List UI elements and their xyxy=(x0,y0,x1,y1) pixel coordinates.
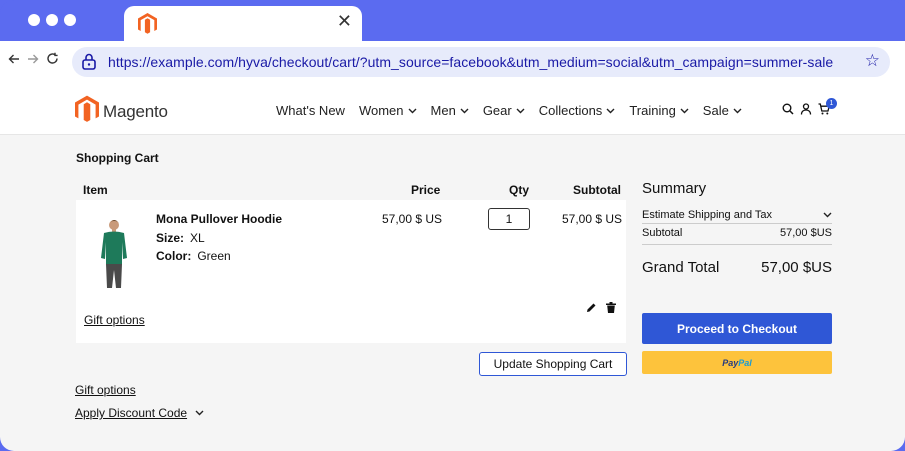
main-nav: What's New Women Men Gear Collections Tr… xyxy=(276,103,756,118)
subtotal-label: Subtotal xyxy=(642,227,683,239)
product-option-size: Size: XL xyxy=(156,231,205,245)
estimate-shipping-label: Estimate Shipping and Tax xyxy=(642,208,773,221)
browser-tab[interactable]: ✕ xyxy=(124,6,362,42)
forward-arrow-icon[interactable] xyxy=(27,52,39,70)
grand-total-label: Grand Total xyxy=(642,259,720,276)
quantity-input[interactable]: 1 xyxy=(488,208,530,230)
apply-discount-label: Apply Discount Code xyxy=(75,406,188,420)
summary-title: Summary xyxy=(642,180,707,197)
column-header-qty: Qty xyxy=(509,183,530,197)
nav-item-men[interactable]: Men xyxy=(431,103,469,118)
nav-label: Collections xyxy=(538,103,603,118)
chevron-down-icon xyxy=(460,106,469,116)
cart-item-row: Mona Pullover Hoodie Size: XL Color: Green… xyxy=(76,200,626,343)
column-header-price: Price xyxy=(411,183,441,197)
chevron-down-icon xyxy=(408,106,417,116)
browser-window: ✕ https://example.com/hyva/checkout/cart… xyxy=(0,0,905,451)
address-bar[interactable]: https://example.com/hyva/checkout/cart/?… xyxy=(72,47,890,77)
item-price: 57,00 $ US xyxy=(382,212,443,226)
product-option-color: Color: Green xyxy=(156,249,231,263)
back-arrow-icon[interactable] xyxy=(8,52,20,70)
option-value: Green xyxy=(197,249,231,263)
item-subtotal: 57,00 $ US xyxy=(562,212,623,226)
bookmark-star-icon[interactable]: ☆ xyxy=(865,51,880,71)
chevron-down-icon xyxy=(680,106,689,116)
paypal-pal-text: Pal xyxy=(738,357,752,368)
gift-options-link[interactable]: Gift options xyxy=(75,383,136,397)
paypal-button[interactable]: PayPal xyxy=(642,351,832,374)
trash-icon[interactable] xyxy=(606,300,616,318)
window-controls xyxy=(28,14,76,26)
window-dot[interactable] xyxy=(46,14,58,26)
search-icon[interactable] xyxy=(782,102,794,120)
nav-label: Sale xyxy=(702,103,729,118)
update-cart-button[interactable]: Update Shopping Cart xyxy=(479,352,627,376)
chevron-down-icon xyxy=(606,106,615,116)
magento-logo-icon xyxy=(138,13,157,40)
paypal-pay-text: Pay xyxy=(722,357,739,368)
product-image[interactable] xyxy=(94,218,134,290)
estimate-shipping-toggle[interactable]: Estimate Shipping and Tax xyxy=(642,206,832,224)
page-title: Shopping Cart xyxy=(76,151,159,165)
chevron-down-icon xyxy=(733,106,742,116)
reload-icon[interactable] xyxy=(46,52,59,70)
window-dot[interactable] xyxy=(64,14,76,26)
gift-options-link[interactable]: Gift options xyxy=(84,313,145,327)
account-icon[interactable] xyxy=(800,102,812,120)
lock-icon xyxy=(82,53,96,75)
browser-toolbar: https://example.com/hyva/checkout/cart/?… xyxy=(0,41,905,83)
chevron-down-icon xyxy=(823,209,832,221)
header-icons xyxy=(782,102,831,120)
nav-label: Men xyxy=(430,103,456,118)
brand-name: Magento xyxy=(103,102,168,121)
column-header-item: Item xyxy=(83,183,108,197)
column-header-subtotal: Subtotal xyxy=(573,183,621,197)
pencil-icon[interactable] xyxy=(586,300,597,318)
option-label: Size: xyxy=(156,231,185,245)
nav-item-training[interactable]: Training xyxy=(629,103,689,118)
magento-logo-icon xyxy=(75,95,99,129)
brand-logo[interactable]: Magento xyxy=(75,95,168,129)
chevron-down-icon xyxy=(195,408,204,418)
grand-total-value: 57,00 $US xyxy=(761,259,832,276)
site-header: Magento What's New Women Men Gear Collec… xyxy=(0,83,905,135)
nav-item-sale[interactable]: Sale xyxy=(703,103,742,118)
nav-item-collections[interactable]: Collections xyxy=(539,103,616,118)
nav-label: Gear xyxy=(482,103,512,118)
chevron-down-icon xyxy=(516,106,525,116)
tab-close-icon[interactable]: ✕ xyxy=(337,11,352,31)
window-dot[interactable] xyxy=(28,14,40,26)
apply-discount-toggle[interactable]: Apply Discount Code xyxy=(75,406,204,420)
option-label: Color: xyxy=(156,249,192,263)
page-content: Magento What's New Women Men Gear Collec… xyxy=(0,83,905,451)
url-text: https://example.com/hyva/checkout/cart/?… xyxy=(108,54,834,70)
cart-count-badge: 1 xyxy=(826,98,837,109)
proceed-to-checkout-button[interactable]: Proceed to Checkout xyxy=(642,313,832,344)
product-name[interactable]: Mona Pullover Hoodie xyxy=(156,212,282,226)
nav-item-gear[interactable]: Gear xyxy=(483,103,525,118)
nav-item-women[interactable]: Women xyxy=(359,103,417,118)
summary-subtotal: Subtotal 57,00 $US xyxy=(642,227,832,245)
subtotal-value: 57,00 $US xyxy=(780,227,832,239)
nav-label: What's New xyxy=(276,103,345,118)
nav-label: Training xyxy=(629,103,676,118)
option-value: XL xyxy=(190,231,205,245)
nav-item-whats-new[interactable]: What's New xyxy=(276,103,345,118)
grand-total: Grand Total 57,00 $US xyxy=(642,259,832,276)
nav-label: Women xyxy=(358,103,404,118)
